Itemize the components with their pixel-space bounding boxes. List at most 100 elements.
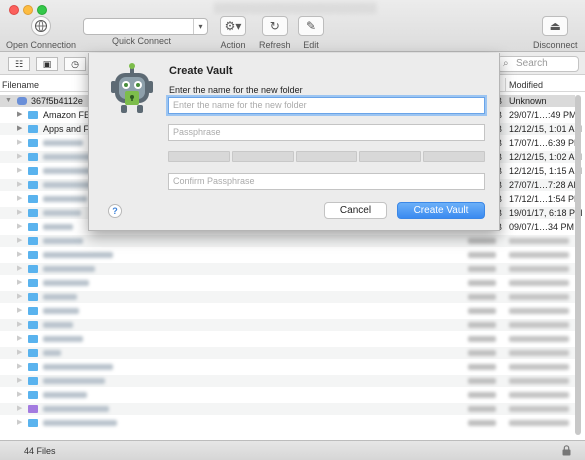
- table-row[interactable]: ▶: [0, 235, 575, 247]
- column-divider: [505, 78, 506, 92]
- zoom-window-button[interactable]: [37, 5, 47, 15]
- passphrase-input[interactable]: Passphrase: [168, 124, 485, 141]
- table-row[interactable]: ▶: [0, 417, 575, 429]
- row-modified: [509, 364, 569, 370]
- row-modified: [509, 406, 569, 412]
- disclosure-triangle-icon[interactable]: ▶: [17, 137, 22, 149]
- row-filename: [43, 238, 83, 244]
- disclosure-triangle-icon[interactable]: ▶: [17, 193, 22, 205]
- minimize-window-button[interactable]: [23, 5, 33, 15]
- disclosure-triangle-icon[interactable]: ▶: [17, 151, 22, 163]
- search-placeholder: Search: [516, 58, 548, 69]
- create-vault-dialog: Create Vault Enter the name for the new …: [88, 53, 500, 231]
- folder-icon: [28, 125, 38, 133]
- disclosure-triangle-icon[interactable]: ▼: [5, 95, 12, 107]
- folder-icon: [28, 181, 38, 189]
- close-window-button[interactable]: [9, 5, 19, 15]
- search-input[interactable]: ⌕ Search: [497, 56, 579, 72]
- pencil-icon: ✎: [298, 16, 324, 36]
- help-button[interactable]: ?: [108, 204, 122, 218]
- row-filename: [43, 392, 87, 398]
- disclosure-triangle-icon[interactable]: ▶: [17, 277, 22, 289]
- open-connection-button[interactable]: Open Connection: [6, 16, 76, 50]
- disclosure-triangle-icon[interactable]: ▶: [17, 179, 22, 191]
- disclosure-triangle-icon[interactable]: ▶: [17, 347, 22, 359]
- folder-icon: [28, 237, 38, 245]
- disclosure-triangle-icon[interactable]: ▶: [17, 389, 22, 401]
- gear-icon: ⚙▾: [220, 16, 246, 36]
- disclosure-triangle-icon[interactable]: ▶: [17, 319, 22, 331]
- disclosure-triangle-icon[interactable]: ▶: [17, 403, 22, 415]
- modified-column-header[interactable]: Modified: [509, 80, 543, 90]
- disclosure-triangle-icon[interactable]: ▶: [17, 291, 22, 303]
- outline-view-icon[interactable]: ☷: [8, 57, 30, 71]
- row-size: [468, 350, 496, 356]
- history-icon[interactable]: ◷: [64, 57, 86, 71]
- filename-column-header[interactable]: Filename: [2, 80, 39, 90]
- table-row[interactable]: ▶: [0, 375, 575, 387]
- row-modified: [509, 350, 569, 356]
- strength-segment: [423, 151, 485, 162]
- disclosure-triangle-icon[interactable]: ▶: [17, 249, 22, 261]
- cancel-button[interactable]: Cancel: [324, 202, 387, 219]
- passphrase-placeholder: Passphrase: [173, 127, 221, 137]
- disclosure-triangle-icon[interactable]: ▶: [17, 333, 22, 345]
- row-filename: [43, 210, 81, 216]
- table-row[interactable]: ▶: [0, 291, 575, 303]
- edit-button[interactable]: ✎ Edit: [298, 16, 324, 50]
- row-filename: [43, 196, 87, 202]
- table-row[interactable]: ▶: [0, 403, 575, 415]
- disclosure-triangle-icon[interactable]: ▶: [17, 165, 22, 177]
- row-modified: 17/12/1…1:54 PM: [509, 194, 582, 204]
- quick-connect-field[interactable]: ▾: [83, 18, 208, 35]
- file-count: 44 Files: [24, 446, 56, 456]
- table-row[interactable]: ▶: [0, 305, 575, 317]
- bookmarks-icon[interactable]: ▣: [36, 57, 58, 71]
- disclosure-triangle-icon[interactable]: ▶: [17, 221, 22, 233]
- row-modified: [509, 294, 569, 300]
- row-modified: [509, 252, 569, 258]
- row-filename: [43, 252, 113, 258]
- table-row[interactable]: ▶: [0, 333, 575, 345]
- row-modified: 12/12/15, 1:15 AM: [509, 166, 583, 176]
- disclosure-triangle-icon[interactable]: ▶: [17, 109, 22, 121]
- strength-segment: [295, 151, 358, 162]
- disclosure-triangle-icon[interactable]: ▶: [17, 123, 22, 135]
- action-button[interactable]: ⚙▾ Action: [220, 16, 246, 50]
- scrollbar[interactable]: [575, 95, 581, 435]
- disclosure-triangle-icon[interactable]: ▶: [17, 305, 22, 317]
- status-bar: 44 Files: [0, 440, 585, 460]
- disconnect-button[interactable]: ⏏ Disconnect: [533, 16, 578, 50]
- globe-plus-icon: [31, 16, 52, 36]
- disclosure-triangle-icon[interactable]: ▶: [17, 235, 22, 247]
- row-filename: [43, 406, 109, 412]
- table-row[interactable]: ▶: [0, 277, 575, 289]
- table-row[interactable]: ▶: [0, 389, 575, 401]
- disclosure-triangle-icon[interactable]: ▶: [17, 417, 22, 429]
- folder-icon: [28, 167, 38, 175]
- confirm-passphrase-input[interactable]: Confirm Passphrase: [168, 173, 485, 190]
- table-row[interactable]: ▶: [0, 361, 575, 373]
- disclosure-triangle-icon[interactable]: ▶: [17, 263, 22, 275]
- table-row[interactable]: ▶: [0, 319, 575, 331]
- create-vault-button[interactable]: Create Vault: [397, 202, 485, 219]
- vault-name-input[interactable]: Enter the name for the new folder: [168, 97, 485, 114]
- table-row[interactable]: ▶: [0, 249, 575, 261]
- row-filename: [43, 336, 83, 342]
- folder-icon: [28, 349, 38, 357]
- table-row[interactable]: ▶: [0, 347, 575, 359]
- row-modified: [509, 266, 569, 272]
- refresh-button[interactable]: ↻ Refresh: [259, 16, 291, 50]
- row-filename: [43, 364, 113, 370]
- row-size: [468, 252, 496, 258]
- disclosure-triangle-icon[interactable]: ▶: [17, 207, 22, 219]
- disclosure-triangle-icon[interactable]: ▶: [17, 361, 22, 373]
- row-size: [468, 420, 496, 426]
- chevron-down-icon[interactable]: ▾: [193, 19, 207, 34]
- row-modified: Unknown: [509, 96, 547, 106]
- quick-connect-label: Quick Connect: [112, 36, 172, 46]
- table-row[interactable]: ▶: [0, 263, 575, 275]
- disclosure-triangle-icon[interactable]: ▶: [17, 375, 22, 387]
- toolbar: ░░░░░░░░░░░░░░░░░░░░░░░ Open Connection …: [0, 0, 585, 52]
- folder-icon: [28, 223, 38, 231]
